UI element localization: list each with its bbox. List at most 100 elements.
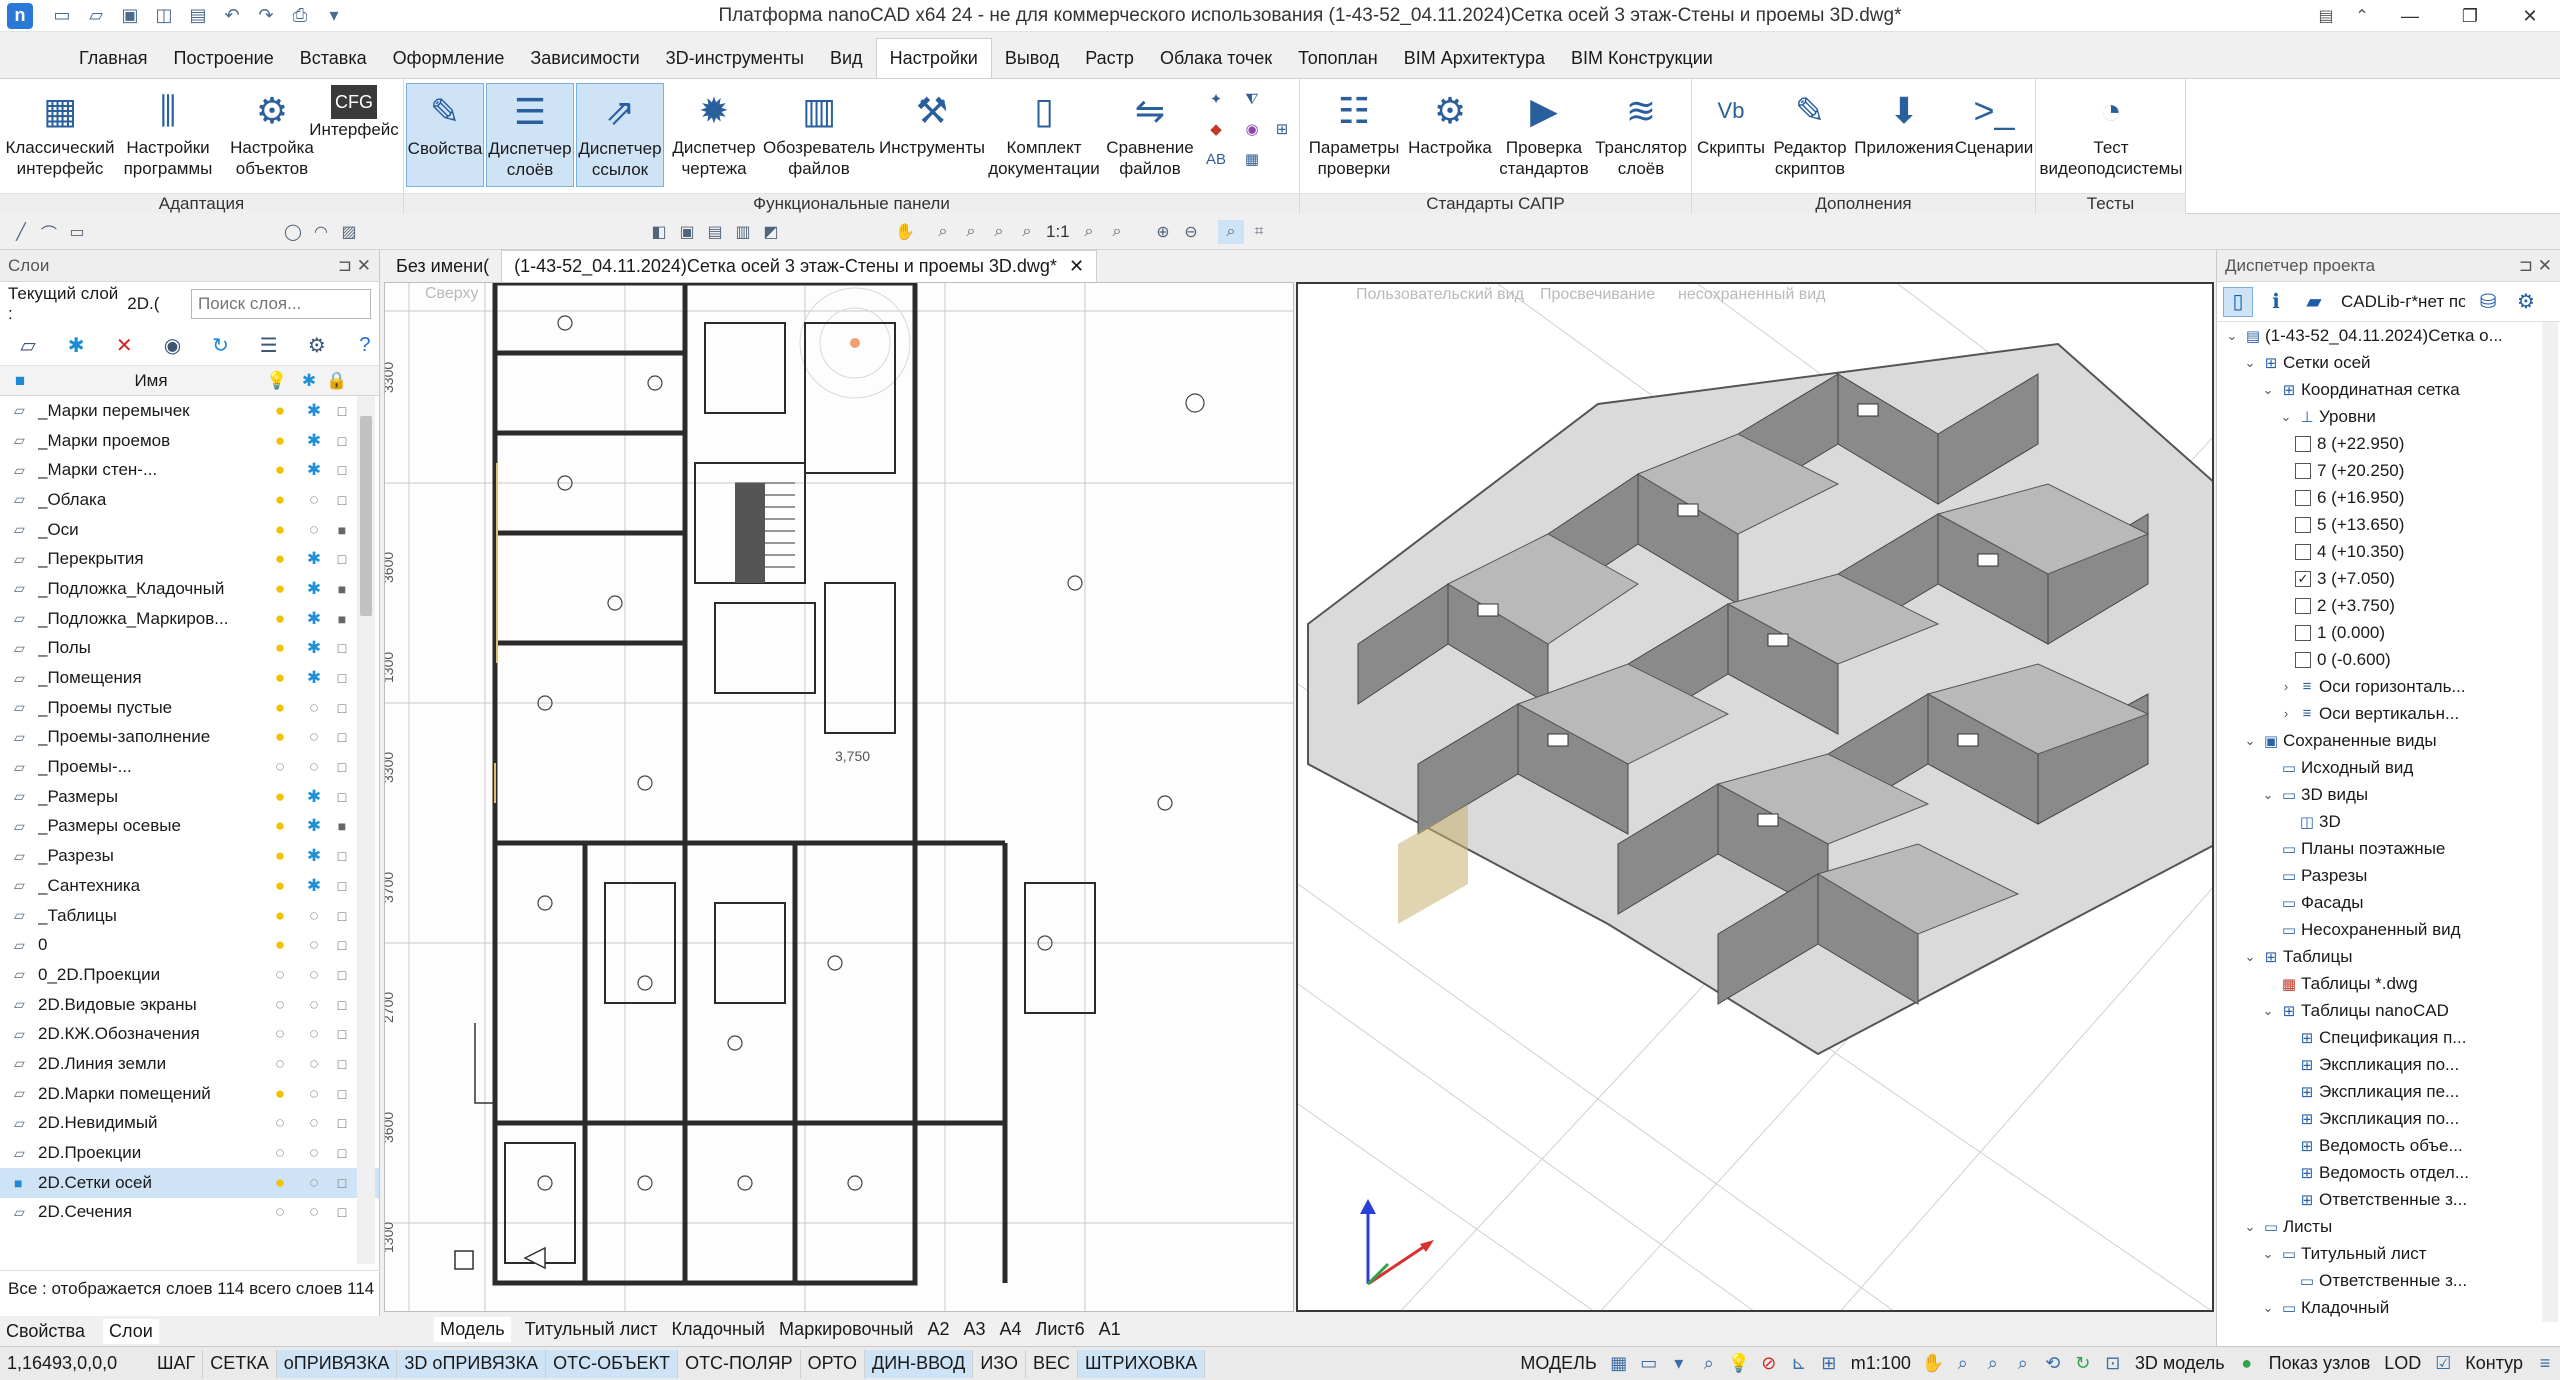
bulb-icon[interactable]: 💡 [1724,1353,1754,1374]
zoom-realtime-icon[interactable]: ⌕ [930,220,956,244]
bulb-on-icon[interactable]: ● [263,431,297,451]
checkbox[interactable] [2295,435,2311,452]
save-all-icon[interactable]: ◫ [150,3,178,29]
tree-node[interactable]: ▭ Планы поэтажные [2217,835,2560,862]
orbit-icon[interactable]: ⟲ [2038,1353,2068,1374]
status-toggle[interactable]: СЕТКА [203,1349,277,1378]
annotation-scale-icon[interactable]: ⊞ [1814,1353,1844,1374]
tree-node[interactable]: ⌄ ▭ Листы [2217,1213,2560,1240]
thawed-sun-icon[interactable]: ✱ [297,846,331,866]
layer-row[interactable]: ▱ _Таблицы ● ○ □ [0,901,379,931]
checkbox[interactable] [2295,489,2311,506]
script-editor-button[interactable]: ✎ Редактор скриптов [1768,83,1852,187]
new-layer-icon[interactable]: ▱ [14,331,42,361]
tree-node[interactable]: ⌄ ⊞ Сетки осей [2217,349,2560,376]
classic-interface-button[interactable]: ▦ Классический интерфейс [4,83,116,187]
layer-search-input[interactable] [191,289,371,319]
expanded-chevron-icon[interactable]: ⌄ [2259,1300,2277,1316]
bulb-on-icon[interactable]: ● [263,906,297,926]
lock-open-icon[interactable]: □ [331,848,353,864]
ortho-constraint-icon[interactable]: ⊾ [1784,1353,1814,1374]
status-toggle[interactable]: ОРТО [801,1349,865,1378]
layer-row[interactable]: ▱ _Разрезы ● ✱ □ [0,841,379,871]
hatch-tool-icon[interactable]: ▨ [336,220,362,244]
lock-open-icon[interactable]: □ [331,640,353,656]
expanded-chevron-icon[interactable]: ⌄ [2241,949,2259,965]
bulb-off-icon[interactable]: ○ [263,965,297,985]
frozen-off-icon[interactable]: ○ [297,1113,331,1133]
lod-toggle[interactable]: LOD [2377,1350,2428,1378]
bulb-on-icon[interactable]: ● [263,846,297,866]
bulb-on-icon[interactable]: ● [263,935,297,955]
lock-open-icon[interactable]: □ [331,908,353,924]
save-icon[interactable]: ▣ [116,3,144,29]
layer-row[interactable]: ▱ _Помещения ● ✱ □ [0,663,379,693]
layer-row[interactable]: ▱ _Подложка_Кладочный ● ✱ ■ [0,574,379,604]
file-explorer-button[interactable]: ▥ Обозреватель файлов [762,83,876,187]
thawed-sun-icon[interactable]: ✱ [297,609,331,629]
lock-closed-icon[interactable]: ■ [331,522,353,538]
zoom-all-icon[interactable]: ⌕ [1218,220,1244,244]
panel-pin-close-icons[interactable]: ⊐ ✕ [2519,256,2552,276]
layout-tab[interactable]: Кладочный [672,1319,765,1340]
clip-icon[interactable]: ⊡ [2098,1353,2128,1374]
bulb-on-icon[interactable]: ● [263,520,297,540]
show-nodes-toggle[interactable]: Показ узлов [2262,1350,2378,1378]
bulb-off-icon[interactable]: ○ [263,1054,297,1074]
no-entry-icon[interactable]: ⊘ [1754,1353,1784,1374]
layer-row[interactable]: ▱ _Проемы-заполнение ● ○ □ [0,723,379,753]
ribbon-tab[interactable]: Оформление [380,38,518,78]
refresh-icon[interactable]: ↻ [207,331,235,361]
lock-open-icon[interactable]: □ [331,789,353,805]
contour-check-icon[interactable]: ☑ [2428,1353,2458,1374]
lock-column-icon[interactable]: 🔒 [326,371,348,391]
expanded-chevron-icon[interactable]: ⌄ [2277,409,2295,425]
zoom-extents-icon[interactable]: ⌕ [2008,1353,2038,1374]
line-tool-icon[interactable]: ╱ [8,220,34,244]
properties-button[interactable]: ✎ Свойства [406,83,484,187]
frozen-off-icon[interactable]: ○ [297,1084,331,1104]
tree-node[interactable]: ⌄ ▣ Сохраненные виды [2217,727,2560,754]
layout-tab[interactable]: А4 [1000,1319,1022,1340]
status-toggle[interactable]: ШТРИХОВКА [1077,1349,1206,1378]
open-folder-icon[interactable]: ▱ [82,3,110,29]
tree-node[interactable]: ▭ Разрезы [2217,862,2560,889]
view-side-icon[interactable]: ▥ [730,220,756,244]
tree-node[interactable]: › ≡ Оси горизонталь... [2217,673,2560,700]
help-chevron-icon[interactable]: ⌃ [2344,0,2380,32]
blocks-icon[interactable]: ▦ [1240,147,1264,171]
view-front-icon[interactable]: ▣ [674,220,700,244]
tree-node[interactable]: ⊞ Спецификация п... [2217,1024,2560,1051]
tree-node[interactable]: ⊞ Экспликация по... [2217,1105,2560,1132]
arc-tool-icon[interactable]: ◠ [308,220,334,244]
frozen-off-icon[interactable]: ○ [297,1202,331,1222]
tree-node[interactable]: 4 (+10.350) [2217,538,2560,565]
ribbon-tab[interactable]: Растр [1072,38,1147,78]
tree-node[interactable]: ✓ 3 (+7.050) [2217,565,2560,592]
bulb-off-icon[interactable]: ○ [263,995,297,1015]
model-space-label[interactable]: МОДЕЛЬ [1513,1350,1603,1378]
layer-row[interactable]: ▱ _Марки перемычек ● ✱ □ [0,396,379,426]
zoom-out-icon[interactable]: ⊖ [1178,220,1204,244]
graph-icon[interactable]: ◉ [1240,117,1264,141]
tools-button[interactable]: ⚒ Инструменты [878,83,986,187]
ribbon-tab[interactable]: Облака точек [1147,38,1285,78]
lock-closed-icon[interactable]: ■ [331,818,353,834]
layer-row[interactable]: ▱ _Проемы-... ○ ○ □ [0,752,379,782]
tree-node[interactable]: ▭Несохраненный ... [2217,1321,2560,1322]
panel-pin-close-icons[interactable]: ⊐ ✕ [338,256,371,276]
expanded-chevron-icon[interactable]: ⌄ [2241,355,2259,371]
expanded-chevron-icon[interactable]: ⌄ [2259,1246,2277,1262]
close-button[interactable]: ✕ [2500,0,2560,32]
bulb-on-icon[interactable]: ● [263,579,297,599]
tree-node[interactable]: ⌄ ⊞ Таблицы [2217,943,2560,970]
project-tree-scrollbar[interactable] [2542,322,2558,1322]
on-column-bulb-icon[interactable]: 💡 [262,371,292,391]
documentation-set-button[interactable]: ▯ Комплект документации [988,83,1100,187]
frozen-off-icon[interactable]: ○ [297,757,331,777]
layout-tab[interactable]: А1 [1099,1319,1121,1340]
layer-row[interactable]: ▱ 2D.Невидимый ○ ○ □ [0,1109,379,1139]
layout-tab[interactable]: Маркировочный [779,1319,913,1340]
expanded-chevron-icon[interactable]: ⌄ [2241,733,2259,749]
close-tab-icon[interactable]: ✕ [1069,256,1084,277]
